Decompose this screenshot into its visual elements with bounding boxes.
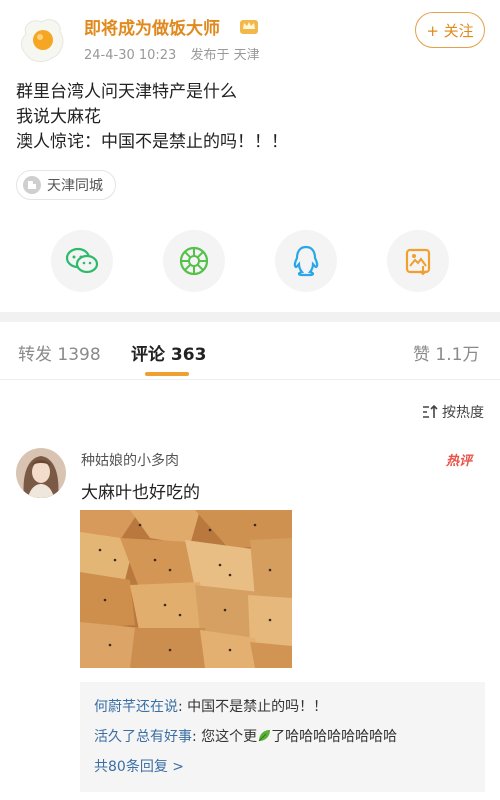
sort-toggle[interactable]: 按热度 [422,402,484,422]
reply-author[interactable]: 活久了总有好事 [94,729,192,745]
post-line: 我说大麻花 [16,107,101,127]
hot-comment-badge: 热评 [446,454,473,469]
comments-section: 按热度 种姑娘的小多肉 热评 大麻叶也好吃的 何蔚芊还在说: 中国不是禁止的吗！… [0,380,500,800]
post-card: 即将成为做饭大师 24-4-30 10:23 发布于 天津 + 关注 群里台湾人… [0,0,500,312]
replies-preview[interactable]: 何蔚芊还在说: 中国不是禁止的吗！！ 活久了总有好事: 您这个更 了哈哈哈哈哈哈哈… [80,682,485,792]
active-tab-indicator [145,372,189,376]
share-moments-button[interactable] [163,230,225,292]
post-text: 群里台湾人问天津特产是什么 我说大麻花 澳人惊诧：中国不是禁止的吗！！！ [16,80,486,155]
post-line: 澳人惊诧：中国不是禁止的吗！！！ [16,132,288,152]
crown-badge-icon [240,20,258,34]
commenter-name[interactable]: 种姑娘的小多肉 [81,450,179,470]
reply-text: : 您这个更 [192,729,258,745]
chip-pile [80,510,292,668]
interaction-tabs: 转发 1398 评论 363 赞 1.1万 [0,322,500,380]
tab-likes[interactable]: 赞 1.1万 [413,340,479,365]
follow-button[interactable]: + 关注 [415,12,485,48]
author-name[interactable]: 即将成为做饭大师 [84,14,220,39]
share-qq-button[interactable] [275,230,337,292]
share-wechat-button[interactable] [51,230,113,292]
reply-text-cont: 了哈哈哈哈哈哈哈哈 [271,729,398,745]
commenter-avatar[interactable] [16,448,66,498]
reply-text: : 中国不是禁止的吗！！ [178,699,328,715]
reply-item: 活久了总有好事: 您这个更 了哈哈哈哈哈哈哈哈 [94,726,397,746]
author-avatar[interactable] [16,14,68,66]
wechat-icon [65,247,99,274]
building-icon [23,176,41,194]
view-more-replies-link[interactable]: 共80条回复 > [94,756,184,776]
post-meta: 24-4-30 10:23 发布于 天津 [84,44,270,63]
tab-repost[interactable]: 转发 1398 [18,340,101,365]
leaf-emoji-icon [258,730,271,742]
reply-item: 何蔚芊还在说: 中国不是禁止的吗！！ [94,696,327,716]
post-line: 群里台湾人问天津特产是什么 [16,82,237,102]
reply-author[interactable]: 何蔚芊还在说 [94,699,178,715]
sort-label: 按热度 [442,405,484,421]
location-chip[interactable]: 天津同城 [16,170,116,200]
sort-icon [423,405,438,418]
save-image-icon [405,248,431,276]
share-row [0,230,500,292]
location-label: 天津同城 [47,178,103,194]
save-image-button[interactable] [387,230,449,292]
post-date: 24-4-30 10:23 [84,48,177,63]
comment-photo[interactable] [80,510,292,668]
tab-comments[interactable]: 评论 363 [131,340,206,365]
section-divider [0,312,500,322]
moments-icon [179,246,209,276]
post-source: 发布于 天津 [190,48,260,63]
qq-icon [293,245,319,277]
comment-text: 大麻叶也好吃的 [81,483,200,503]
